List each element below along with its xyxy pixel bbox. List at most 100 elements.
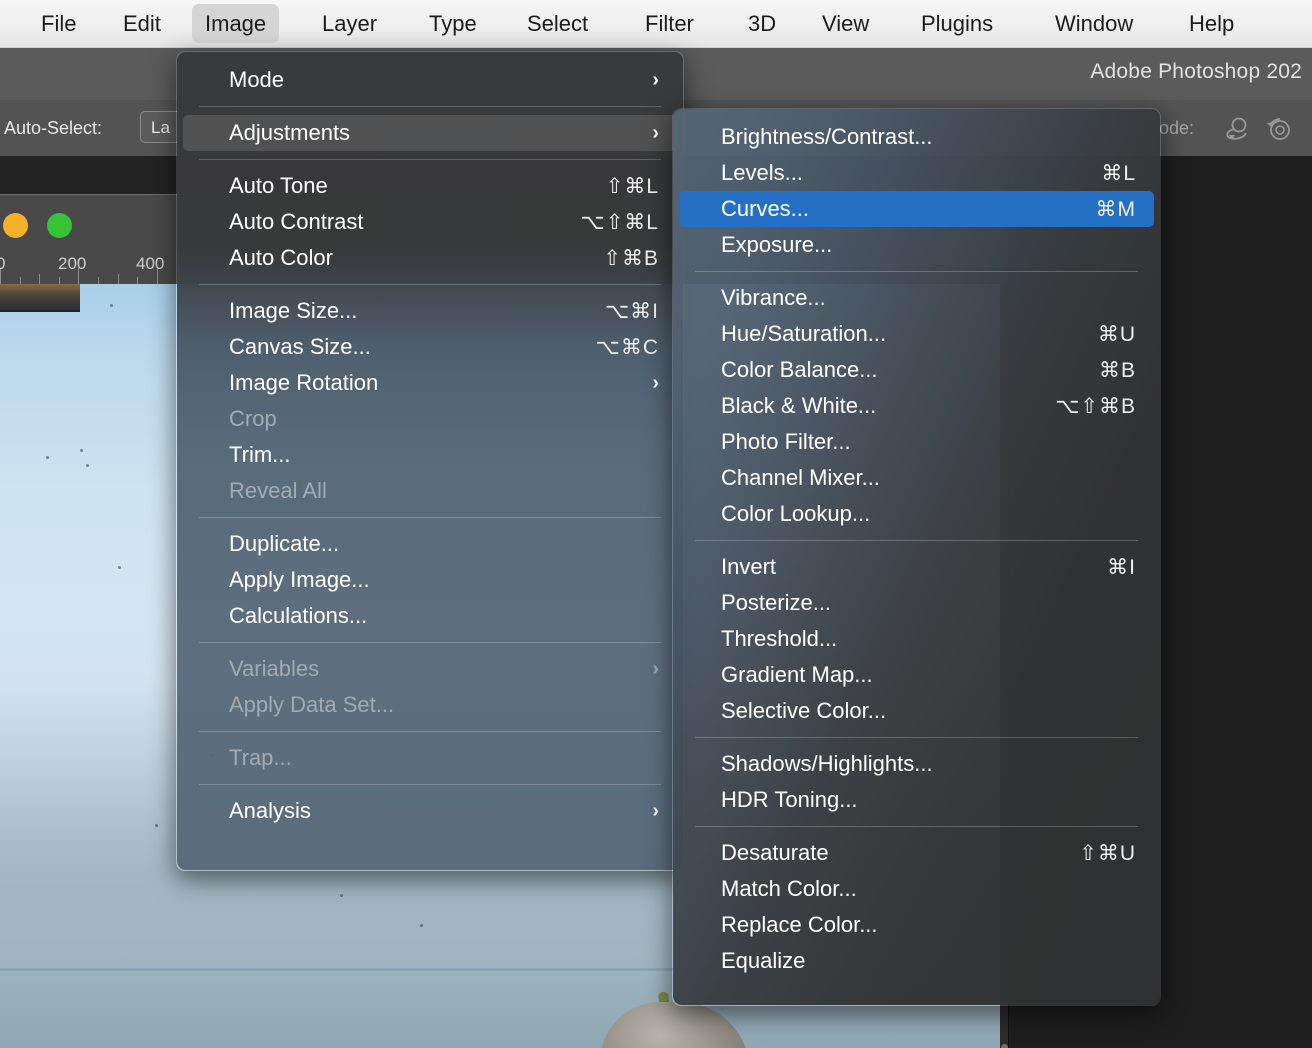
menu-separator [199, 106, 661, 107]
menu-item-label: Apply Data Set... [229, 692, 395, 717]
menubar-item-help[interactable]: Help [1176, 4, 1247, 43]
menubar-item-type[interactable]: Type [416, 4, 490, 43]
maximize-button[interactable] [47, 213, 72, 238]
adjustments-submenu: Brightness/Contrast... Levels... ⌘L Curves.… [672, 108, 1161, 1006]
menu-item-mode[interactable]: Mode › [183, 62, 677, 98]
menubar-item-filter[interactable]: Filter [632, 4, 707, 43]
menu-item-canvas-size[interactable]: Canvas Size... ⌥⌘C [183, 329, 677, 365]
menu-item-photo-filter[interactable]: Photo Filter... [679, 424, 1154, 460]
menubar-item-select[interactable]: Select [514, 4, 601, 43]
menu-item-gradient-map[interactable]: Gradient Map... [679, 657, 1154, 693]
chevron-right-icon: › [652, 371, 659, 394]
menu-item-label: Variables [229, 656, 320, 681]
menu-item-posterize[interactable]: Posterize... [679, 585, 1154, 621]
menubar-item-plugins[interactable]: Plugins [908, 4, 1006, 43]
menu-item-black-white[interactable]: Black & White... ⌥⇧⌘B [679, 388, 1154, 424]
menu-item-desaturate[interactable]: Desaturate ⇧⌘U [679, 835, 1154, 871]
menu-item-label: Auto Contrast [229, 209, 364, 234]
menu-item-vibrance[interactable]: Vibrance... [679, 280, 1154, 316]
menu-item-exposure[interactable]: Exposure... [679, 227, 1154, 263]
menubar-item-edit[interactable]: Edit [110, 4, 174, 43]
auto-select-label: Auto-Select: [4, 118, 103, 138]
mode-label: ode: [1158, 118, 1194, 138]
image-menu: Mode › Adjustments › Auto Tone ⇧⌘L Auto Contra… [176, 51, 684, 871]
minimize-button[interactable] [3, 213, 28, 238]
menu-separator [695, 540, 1138, 541]
menu-item-hue-saturation[interactable]: Hue/Saturation... ⌘U [679, 316, 1154, 352]
menu-item-label: Posterize... [721, 590, 832, 615]
menu-item-label: Vibrance... [721, 285, 826, 310]
app-title: Adobe Photoshop 202 [1090, 60, 1302, 83]
menu-item-shortcut: ⇧⌘B [603, 246, 659, 270]
menu-item-match-color[interactable]: Match Color... [679, 871, 1154, 907]
menu-item-levels[interactable]: Levels... ⌘L [679, 155, 1154, 191]
screen: Adobe Photoshop 202 Auto-Select: La ode: [0, 0, 1312, 1048]
menu-item-auto-contrast[interactable]: Auto Contrast ⌥⇧⌘L [183, 204, 677, 240]
menu-item-curves[interactable]: Curves... ⌘M [679, 191, 1154, 227]
chevron-right-icon: › [652, 68, 659, 91]
menu-item-reveal-all: Reveal All [183, 473, 677, 509]
menubar-item-view[interactable]: View [809, 4, 882, 43]
menu-item-brightness-contrast[interactable]: Brightness/Contrast... [679, 119, 1154, 155]
menu-item-auto-tone[interactable]: Auto Tone ⇧⌘L [183, 168, 677, 204]
menu-item-label: Levels... [721, 160, 803, 185]
canvas-scrollbar-thumb[interactable] [1001, 1044, 1008, 1048]
menu-separator [199, 159, 661, 160]
menu-item-channel-mixer[interactable]: Channel Mixer... [679, 460, 1154, 496]
menu-separator [695, 737, 1138, 738]
menu-item-label: Desaturate [721, 840, 829, 865]
menu-item-selective-color[interactable]: Selective Color... [679, 693, 1154, 729]
menu-bar: File Edit Image Layer Type Select Filter 3D View… [0, 0, 1312, 48]
menu-item-label: Match Color... [721, 876, 857, 901]
menu-item-label: Invert [721, 554, 777, 579]
menu-item-label: Analysis [229, 798, 311, 823]
menubar-item-file[interactable]: File [28, 4, 89, 43]
menu-item-label: Image Size... [229, 298, 358, 323]
menubar-item-layer[interactable]: Layer [309, 4, 390, 43]
menu-item-label: Duplicate... [229, 531, 340, 556]
menu-item-hdr-toning[interactable]: HDR Toning... [679, 782, 1154, 818]
menu-item-equalize[interactable]: Equalize [679, 943, 1154, 979]
menu-item-apply-image[interactable]: Apply Image... [183, 562, 677, 598]
menu-item-shortcut: ⇧⌘U [1079, 841, 1136, 865]
reset-orientation-icon[interactable] [1264, 114, 1294, 144]
menu-item-image-rotation[interactable]: Image Rotation › [183, 365, 677, 401]
3d-rotate-icon[interactable] [1220, 114, 1250, 144]
menu-item-shortcut: ⌘U [1097, 322, 1136, 346]
menu-item-duplicate[interactable]: Duplicate... [183, 526, 677, 562]
menu-item-label: Mode [229, 67, 285, 92]
menubar-item-image[interactable]: Image [192, 4, 280, 43]
menu-item-analysis[interactable]: Analysis › [183, 793, 677, 829]
menu-item-color-balance[interactable]: Color Balance... ⌘B [679, 352, 1154, 388]
menu-item-label: Brightness/Contrast... [721, 124, 933, 149]
menu-item-label: Threshold... [721, 626, 838, 651]
menu-item-label: Curves... [721, 196, 810, 221]
menu-item-color-lookup[interactable]: Color Lookup... [679, 496, 1154, 532]
menu-item-shortcut: ⇧⌘L [605, 174, 659, 198]
menu-item-auto-color[interactable]: Auto Color ⇧⌘B [183, 240, 677, 276]
menu-item-shortcut: ⌘I [1107, 555, 1136, 579]
menu-item-calculations[interactable]: Calculations... [183, 598, 677, 634]
menu-item-image-size[interactable]: Image Size... ⌥⌘I [183, 293, 677, 329]
menu-item-trim[interactable]: Trim... [183, 437, 677, 473]
menu-item-shadows-highlights[interactable]: Shadows/Highlights... [679, 746, 1154, 782]
menubar-item-3d[interactable]: 3D [735, 4, 789, 43]
menu-separator [199, 517, 661, 518]
menu-item-adjustments[interactable]: Adjustments › [183, 115, 677, 151]
menu-item-replace-color[interactable]: Replace Color... [679, 907, 1154, 943]
ruler-label-0: 0 [0, 254, 5, 274]
menu-item-shortcut: ⌥⌘I [604, 299, 659, 323]
menu-item-label: Black & White... [721, 393, 877, 418]
menu-item-invert[interactable]: Invert ⌘I [679, 549, 1154, 585]
menu-separator [199, 731, 661, 732]
menu-item-label: Replace Color... [721, 912, 878, 937]
menu-item-label: Hue/Saturation... [721, 321, 887, 346]
image-menu-items: Mode › Adjustments › Auto Tone ⇧⌘L Auto Contra… [177, 52, 683, 839]
adjustments-menu-items: Brightness/Contrast... Levels... ⌘L Curves.… [673, 109, 1160, 989]
chevron-right-icon: › [652, 799, 659, 822]
menu-item-shortcut: ⌥⇧⌘B [1055, 394, 1136, 418]
menu-item-threshold[interactable]: Threshold... [679, 621, 1154, 657]
menu-item-label: Selective Color... [721, 698, 887, 723]
menubar-item-window[interactable]: Window [1042, 4, 1146, 43]
menu-item-label: Reveal All [229, 478, 327, 503]
